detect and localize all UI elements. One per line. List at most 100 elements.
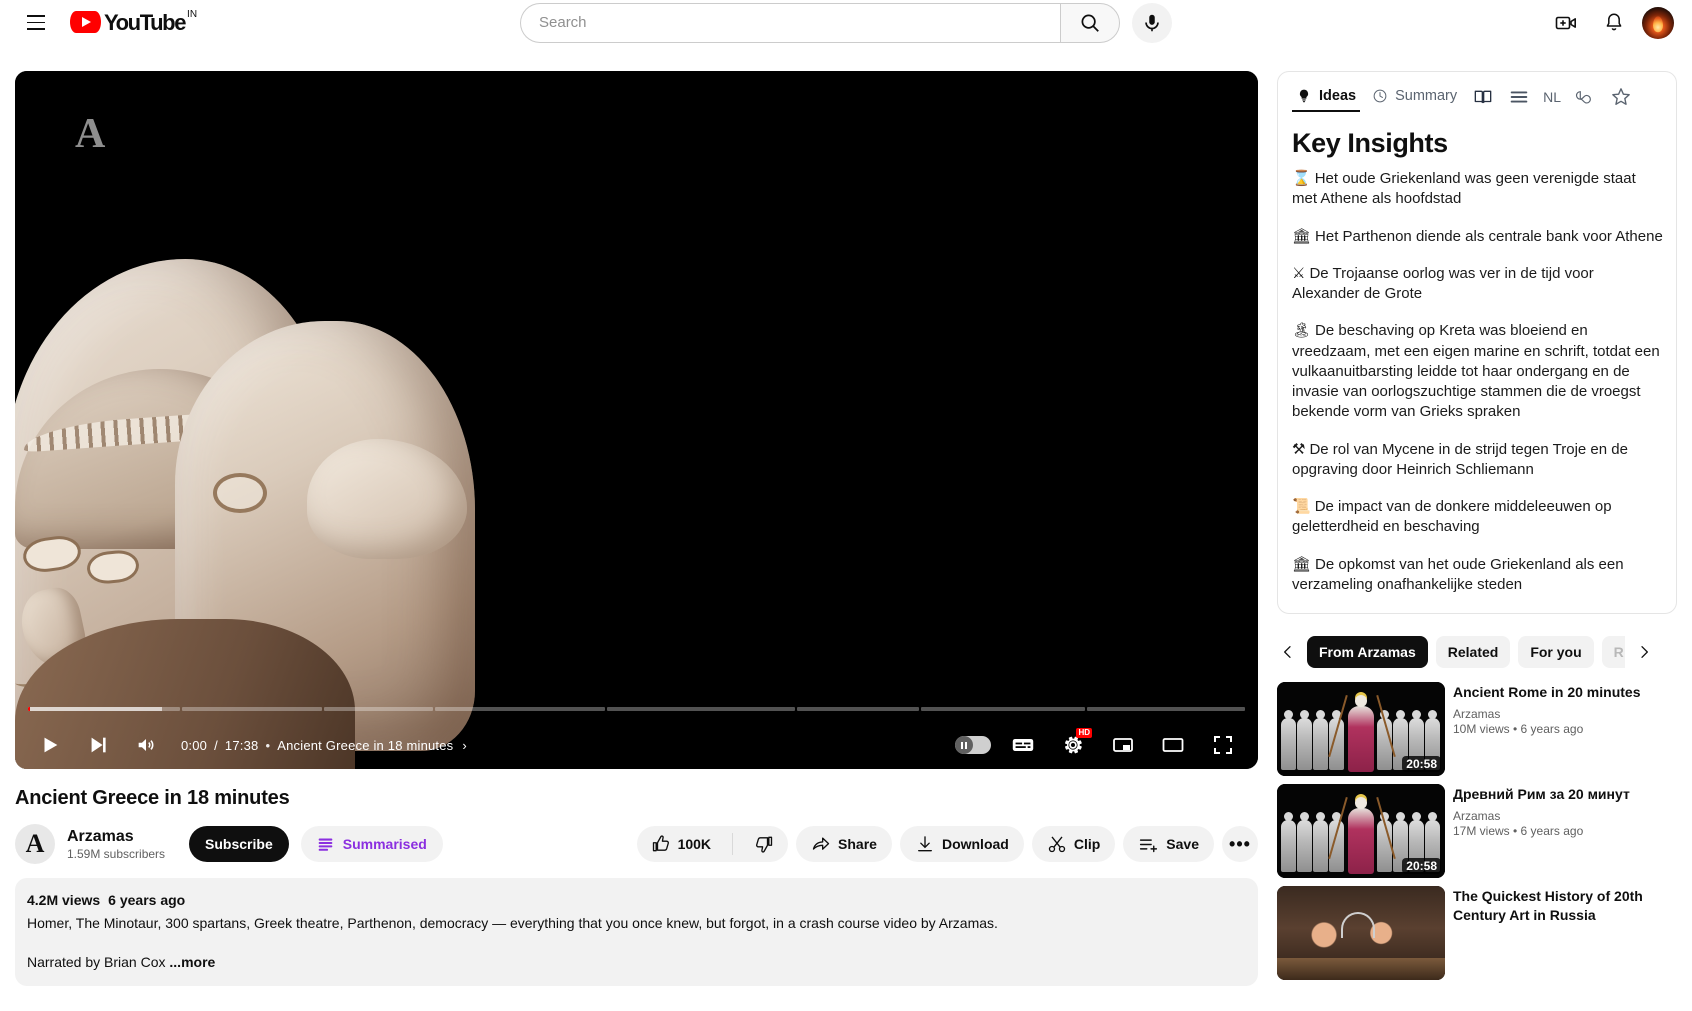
chips-scroller[interactable]: From Arzamas Related For you R xyxy=(1307,636,1625,668)
next-video-button[interactable] xyxy=(75,722,121,768)
country-code-label: IN xyxy=(187,9,197,20)
page-content: A xyxy=(0,45,1692,984)
video-channel[interactable]: Arzamas xyxy=(1453,809,1630,823)
fullscreen-button[interactable] xyxy=(1200,722,1246,768)
miniplayer-icon xyxy=(1111,733,1135,757)
settings-button[interactable]: HD xyxy=(1050,722,1096,768)
save-button[interactable]: Save xyxy=(1123,826,1214,862)
insight-item: 📜De impact van de donkere middeleeuwen o… xyxy=(1292,497,1664,538)
clip-button[interactable]: Clip xyxy=(1032,826,1115,862)
insight-text: De beschaving op Kreta was bloeiend en v… xyxy=(1292,322,1660,420)
autoplay-switch[interactable] xyxy=(955,736,991,754)
chip-related[interactable]: Related xyxy=(1436,636,1511,668)
video-thumbnail[interactable]: 20:58 xyxy=(1277,784,1445,878)
channel-info: Arzamas 1.59M subscribers xyxy=(67,827,165,862)
list-item[interactable]: 20:58 Древний Рим за 20 минут Arzamas 17… xyxy=(1277,784,1677,878)
video-player[interactable]: A xyxy=(15,71,1258,769)
hamburger-menu-icon[interactable] xyxy=(16,3,56,43)
chevron-right-icon[interactable]: › xyxy=(462,738,467,753)
chapter-segment[interactable] xyxy=(1087,707,1245,711)
download-label: Download xyxy=(942,836,1009,852)
list-view-button[interactable] xyxy=(1503,82,1535,112)
video-description[interactable]: 4.2M views 6 years ago Homer, The Minota… xyxy=(15,878,1258,986)
masthead: YouTube IN xyxy=(0,0,1692,45)
time-separator: • xyxy=(265,738,270,753)
progress-bar-area[interactable] xyxy=(15,707,1258,721)
share-button[interactable]: Share xyxy=(796,826,892,862)
account-avatar[interactable] xyxy=(1642,7,1674,39)
insight-emoji: 🏛 xyxy=(1292,228,1311,245)
search-submit-button[interactable] xyxy=(1060,3,1120,43)
search-bar[interactable] xyxy=(520,3,1120,43)
chapter-segment[interactable] xyxy=(182,707,322,711)
description-footer: Narrated by Brian Cox ...more xyxy=(27,952,1246,972)
progress-chapters[interactable] xyxy=(28,707,1245,711)
chapter-segment[interactable] xyxy=(921,707,1085,711)
theater-mode-button[interactable] xyxy=(1150,722,1196,768)
narrator-credit: Narrated by Brian Cox xyxy=(27,954,166,970)
subscribe-button[interactable]: Subscribe xyxy=(189,826,289,862)
channel-name[interactable]: Arzamas xyxy=(67,827,165,847)
chips-next-button[interactable] xyxy=(1633,636,1655,668)
show-more-link[interactable]: ...more xyxy=(169,954,215,970)
summarised-label: Summarised xyxy=(343,836,427,852)
suggested-videos-list: 20:58 Ancient Rome in 20 minutes Arzamas… xyxy=(1277,682,1677,980)
dislike-button[interactable] xyxy=(740,826,788,862)
suggestion-chips-row: From Arzamas Related For you R xyxy=(1277,636,1677,668)
chapter-segment[interactable] xyxy=(324,707,433,711)
player-video-title[interactable]: Ancient Greece in 18 minutes xyxy=(277,738,453,753)
video-channel[interactable]: Arzamas xyxy=(1453,707,1640,721)
list-item[interactable]: The Quickest History of 20th Century Art… xyxy=(1277,886,1677,980)
secondary-column: Ideas Summary xyxy=(1277,71,1677,1011)
insight-text: De Trojaanse oorlog was ver in de tijd v… xyxy=(1292,265,1594,302)
masthead-left: YouTube IN xyxy=(0,3,250,43)
masthead-right xyxy=(1442,3,1692,43)
scissors-icon xyxy=(1047,834,1067,854)
chapter-segment[interactable] xyxy=(435,707,605,711)
chip-for-you[interactable]: For you xyxy=(1518,636,1593,668)
sculpture-eye-right xyxy=(85,548,140,585)
channel-watermark: A xyxy=(75,113,117,159)
subtitles-button[interactable] xyxy=(1000,722,1046,768)
infinity-button[interactable] xyxy=(1569,82,1601,112)
tab-summary[interactable]: Summary xyxy=(1366,83,1463,112)
youtube-logo[interactable]: YouTube IN xyxy=(70,9,197,36)
book-icon xyxy=(1473,87,1493,107)
clock-icon xyxy=(1372,88,1388,104)
summarised-button[interactable]: Summarised xyxy=(301,826,443,862)
play-button[interactable] xyxy=(27,722,73,768)
channel-avatar[interactable]: A xyxy=(15,824,55,864)
autoplay-toggle-button[interactable] xyxy=(950,722,996,768)
search-input[interactable] xyxy=(539,14,1044,31)
insight-text: De impact van de donkere middeleeuwen op… xyxy=(1292,498,1612,535)
chip-from-arzamas[interactable]: From Arzamas xyxy=(1307,636,1428,668)
favourite-star-button[interactable] xyxy=(1605,82,1637,112)
chip-partial[interactable]: R xyxy=(1602,636,1625,668)
chapter-segment[interactable] xyxy=(28,707,180,711)
list-item[interactable]: 20:58 Ancient Rome in 20 minutes Arzamas… xyxy=(1277,682,1677,776)
video-info: Ancient Rome in 20 minutes Arzamas 10M v… xyxy=(1453,682,1640,776)
tab-ideas[interactable]: Ideas xyxy=(1290,83,1362,112)
miniplayer-button[interactable] xyxy=(1100,722,1146,768)
download-icon xyxy=(915,834,935,854)
video-thumbnail[interactable]: 20:58 xyxy=(1277,682,1445,776)
share-label: Share xyxy=(838,836,877,852)
ai-insights-panel: Ideas Summary xyxy=(1277,71,1677,614)
download-button[interactable]: Download xyxy=(900,826,1024,862)
chips-prev-button[interactable] xyxy=(1277,636,1299,668)
notifications-button[interactable] xyxy=(1594,3,1634,43)
chapter-segment[interactable] xyxy=(797,707,919,711)
volume-button[interactable] xyxy=(123,722,169,768)
search-box[interactable] xyxy=(520,3,1060,43)
current-time: 0:00 xyxy=(181,738,207,753)
video-thumbnail[interactable] xyxy=(1277,886,1445,980)
like-button[interactable]: 100K xyxy=(637,826,725,862)
video-title: Ancient Rome in 20 minutes xyxy=(1453,683,1640,702)
video-title: The Quickest History of 20th Century Art… xyxy=(1453,887,1677,925)
more-actions-button[interactable]: ••• xyxy=(1222,826,1258,862)
language-selector[interactable]: NL xyxy=(1539,89,1565,105)
create-button[interactable] xyxy=(1546,3,1586,43)
chapter-segment[interactable] xyxy=(607,707,795,711)
transcript-book-button[interactable] xyxy=(1467,82,1499,112)
voice-search-button[interactable] xyxy=(1132,3,1172,43)
